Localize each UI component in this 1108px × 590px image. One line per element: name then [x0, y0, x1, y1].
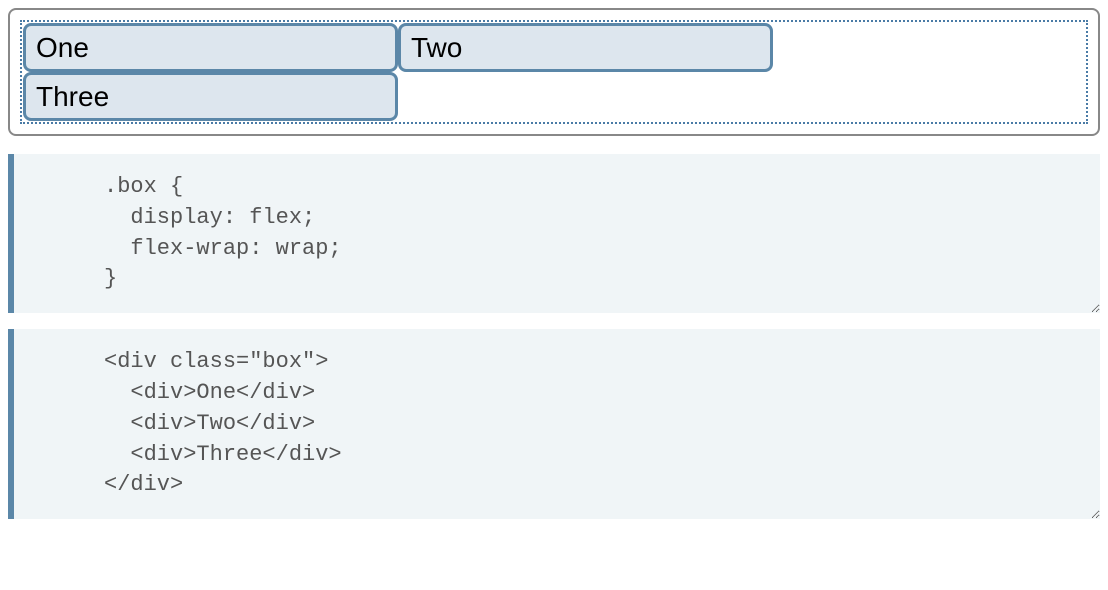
flex-item-one: One: [23, 23, 398, 72]
flex-item-three: Three: [23, 72, 398, 121]
flex-box: One Two Three: [20, 20, 1088, 124]
css-code-block[interactable]: .box { display: flex; flex-wrap: wrap; }: [8, 154, 1100, 313]
demo-container: One Two Three: [8, 8, 1100, 136]
html-code-block[interactable]: <div class="box"> <div>One</div> <div>Tw…: [8, 329, 1100, 519]
flex-item-two: Two: [398, 23, 773, 72]
